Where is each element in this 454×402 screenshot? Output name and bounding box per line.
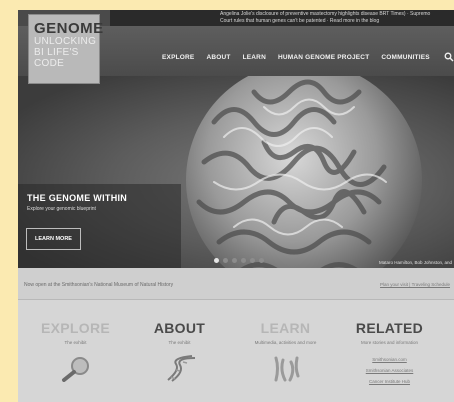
slide-dot-5[interactable] [250, 258, 255, 263]
nav-learn[interactable]: LEARN [243, 54, 266, 61]
chromosome-sphere-image [186, 76, 422, 268]
hero-banner: THE GENOME WITHIN Explore your genomic b… [18, 76, 454, 268]
main-nav: EXPLORE ABOUT LEARN HUMAN GENOME PROJECT… [162, 52, 454, 62]
ticker-line-1: Angelina Jolie's disclosure of preventiv… [220, 11, 431, 17]
chromosomes-icon [274, 356, 299, 382]
now-open-text: Now open at the Smithsonian's National M… [24, 282, 174, 288]
card-subtitle: More stories and information [360, 340, 419, 345]
logo-line-2: UNLOCKING [34, 36, 97, 47]
website-frame: Angelina Jolie's disclosure of preventiv… [18, 10, 454, 402]
card-explore[interactable]: EXPLORE The exhibit [28, 320, 123, 382]
card-about[interactable]: ABOUT The exhibit [132, 320, 227, 382]
magnifier-dna-icon [61, 357, 89, 382]
nav-communities[interactable]: COMMUNITIES [381, 54, 429, 61]
nav-human-genome-project[interactable]: HUMAN GENOME PROJECT [278, 54, 369, 61]
image-credit: Mataro Hamilton, Bob Johnston, and [378, 260, 452, 265]
hero-caption-panel: THE GENOME WITHIN Explore your genomic b… [18, 184, 181, 268]
related-link[interactable]: Smithsonian.com [342, 354, 437, 365]
related-link[interactable]: Smithsonian Associates [342, 365, 437, 376]
card-title: EXPLORE [40, 320, 110, 336]
card-related[interactable]: RELATED More stories and information Smi… [342, 320, 437, 387]
card-subtitle: Multimedia, activities and more [254, 340, 317, 345]
dna-helix-icon [166, 355, 195, 382]
slideshow-dots [214, 258, 264, 263]
related-links: Smithsonian.com Smithsonian Associates C… [342, 354, 437, 387]
slide-dot-2[interactable] [223, 258, 228, 263]
card-title: LEARN [260, 320, 311, 336]
hero-title: THE GENOME WITHIN [27, 193, 128, 203]
card-title: ABOUT [153, 320, 206, 336]
logo-line-4: CODE [34, 58, 65, 69]
slide-dot-4[interactable] [241, 258, 246, 263]
search-icon[interactable] [444, 52, 454, 62]
nav-explore[interactable]: EXPLORE [162, 54, 194, 61]
card-learn[interactable]: LEARN Multimedia, activities and more [238, 320, 333, 382]
hero-subtitle: Explore your genomic blueprint [27, 206, 96, 212]
card-title: RELATED [355, 320, 424, 336]
logo-title: GENOME [34, 20, 104, 37]
card-subtitle: The exhibit [168, 340, 191, 345]
announcement-strip: Now open at the Smithsonian's National M… [18, 268, 454, 300]
logo-line-3: BI LIFE'S [34, 47, 79, 58]
slide-dot-6[interactable] [259, 258, 264, 263]
plan-visit-link[interactable]: Plan your visit | Traveling Schedule [380, 282, 450, 287]
ticker-line-2: Court rules that human genes can't be pa… [220, 18, 380, 24]
genome-logo[interactable]: GENOME UNLOCKING BI LIFE'S CODE [28, 14, 104, 84]
slide-dot-3[interactable] [232, 258, 237, 263]
nav-about[interactable]: ABOUT [206, 54, 230, 61]
slide-dot-1[interactable] [214, 258, 219, 263]
learn-more-button[interactable]: LEARN MORE [26, 228, 81, 250]
card-subtitle: The exhibit [64, 340, 87, 345]
related-link[interactable]: Cancer Institute Hub [342, 376, 437, 387]
news-ticker[interactable]: Angelina Jolie's disclosure of preventiv… [110, 10, 454, 26]
feature-cards: EXPLORE The exhibit ABOUT The exhibit LE… [18, 300, 454, 402]
